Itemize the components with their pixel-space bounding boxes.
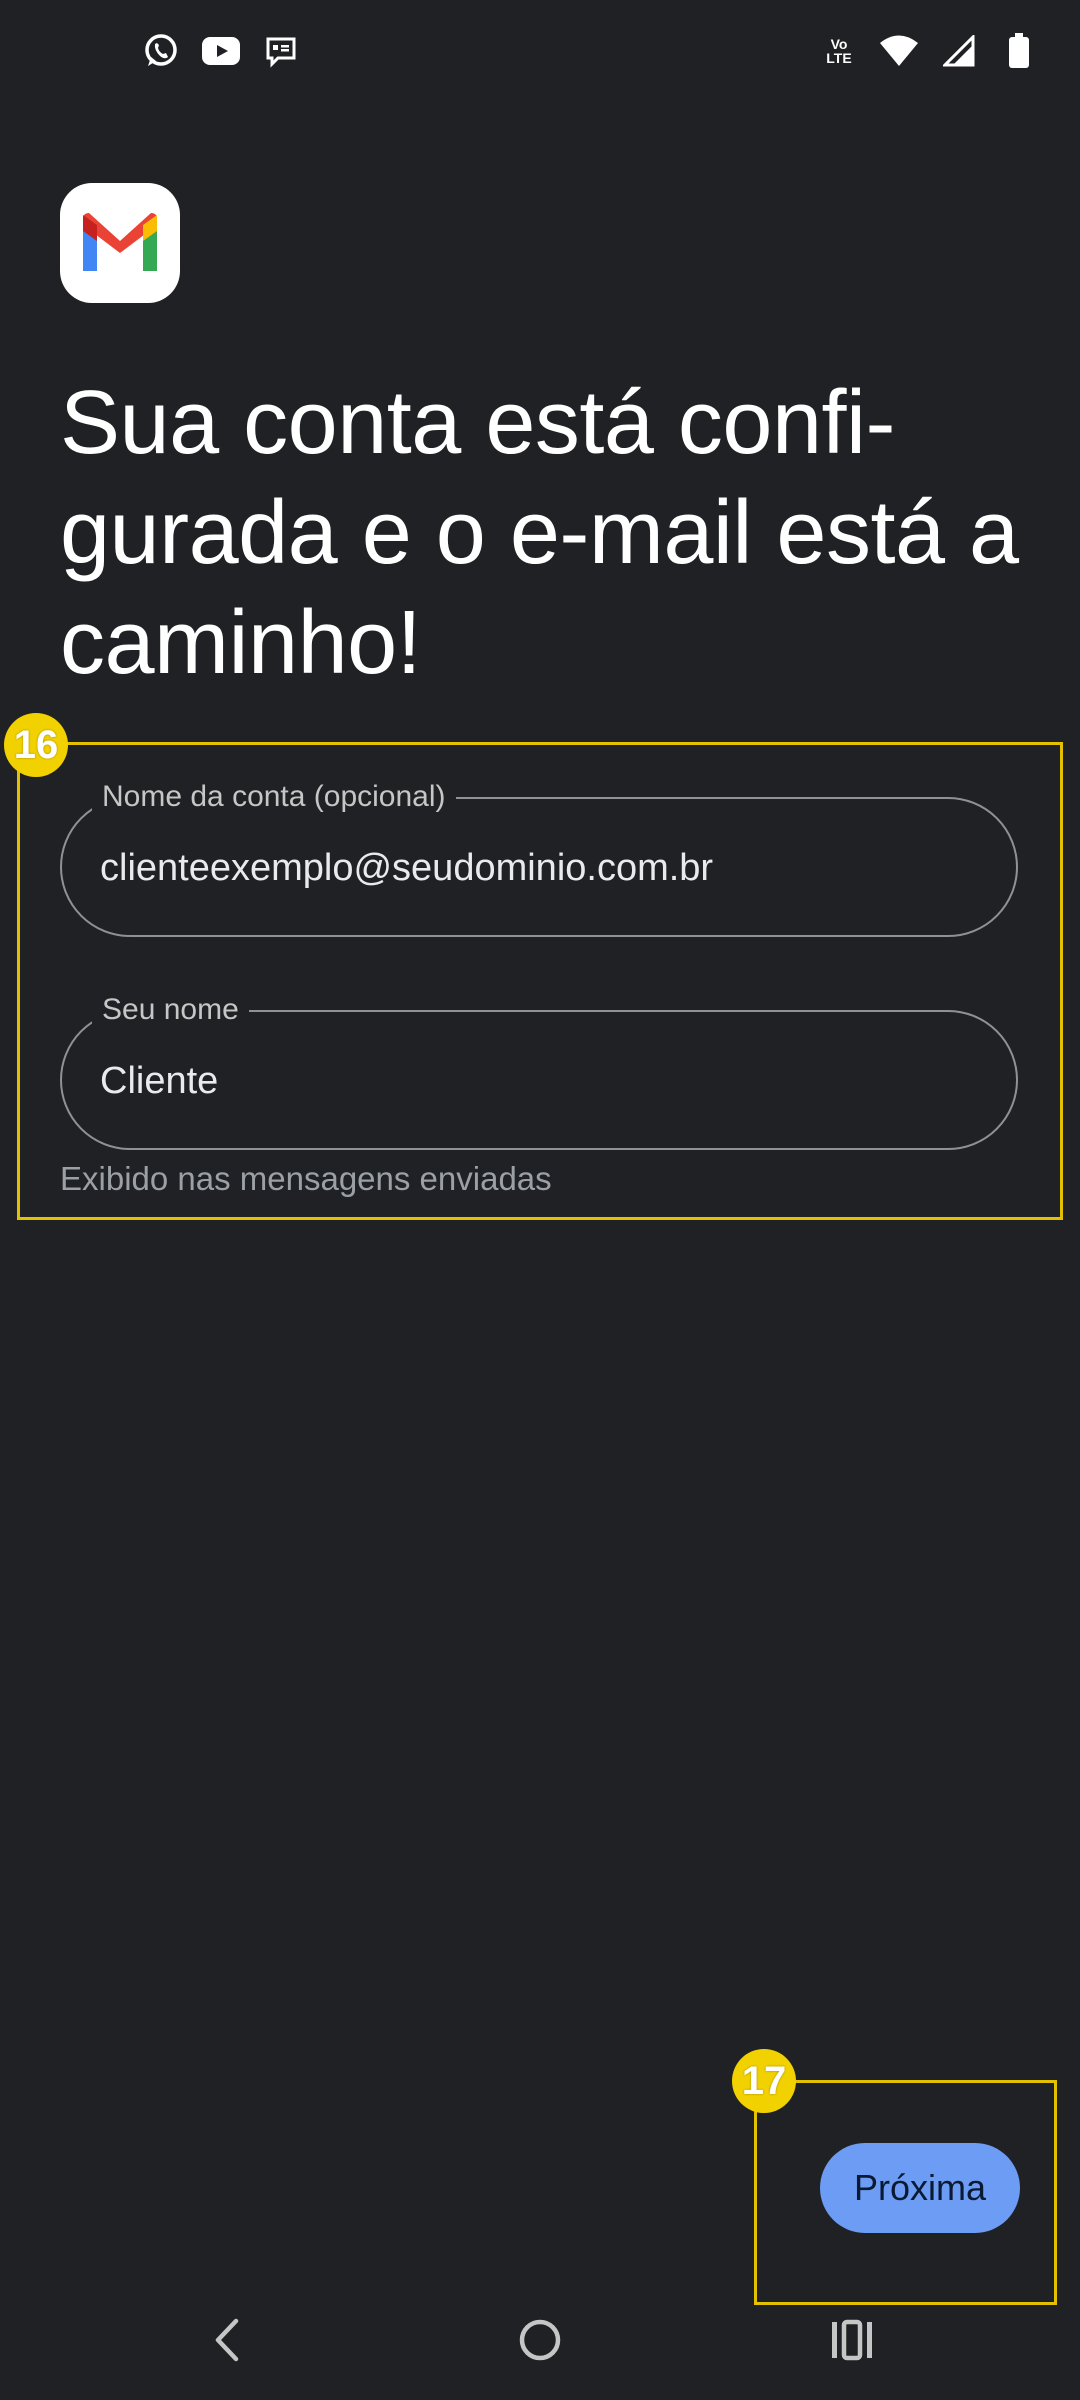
next-button[interactable]: Próxima	[820, 2143, 1020, 2233]
page-title: Sua conta está confi-gurada e o e-mail e…	[60, 373, 1019, 693]
volte-icon: Vo LTE	[818, 30, 860, 72]
whatsapp-icon	[140, 30, 182, 72]
back-icon[interactable]	[178, 2290, 278, 2390]
status-bar: Vo LTE	[0, 0, 1080, 100]
your-name-field[interactable]: Seu nome Cliente	[60, 988, 1018, 1150]
gmail-logo-icon	[60, 183, 180, 303]
wifi-icon	[878, 30, 920, 72]
account-name-value[interactable]: clienteexemplo@seudominio.com.br	[100, 845, 713, 891]
message-icon	[260, 30, 302, 72]
status-bar-system: Vo LTE	[818, 30, 1040, 72]
signal-icon	[938, 30, 980, 72]
home-icon[interactable]	[490, 2290, 590, 2390]
recents-icon[interactable]	[802, 2290, 902, 2390]
youtube-icon	[200, 30, 242, 72]
navigation-bar	[0, 2290, 1080, 2400]
lte-text: LTE	[826, 50, 852, 66]
your-name-helper-text: Exibido nas mensagens enviadas	[60, 1160, 552, 1197]
status-bar-notifications	[140, 30, 302, 72]
account-name-field[interactable]: Nome da conta (opcional) clienteexemplo@…	[60, 775, 1018, 937]
your-name-label: Seu nome	[92, 988, 249, 1032]
account-name-label: Nome da conta (opcional)	[92, 775, 456, 819]
your-name-value[interactable]: Cliente	[100, 1058, 218, 1104]
annotation-badge-next: 17	[732, 2049, 796, 2113]
annotation-badge-form: 16	[4, 713, 68, 777]
battery-icon	[998, 30, 1040, 72]
